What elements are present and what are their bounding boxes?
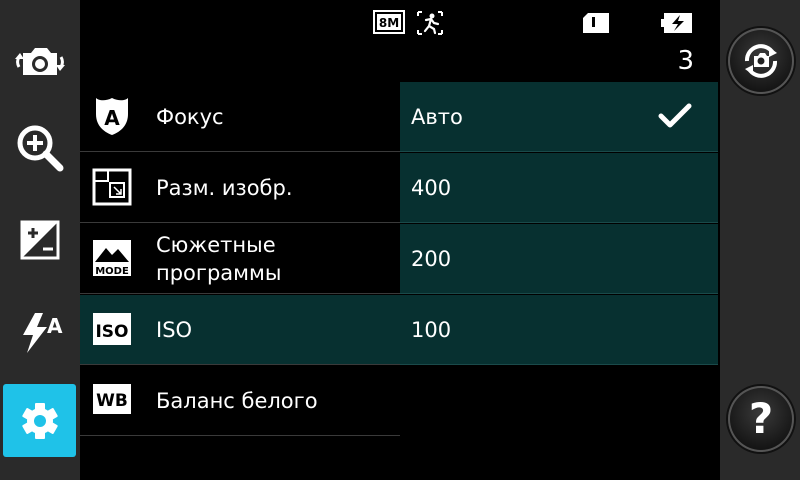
- scene-sport-icon: [416, 10, 444, 40]
- exposure-button[interactable]: [0, 204, 80, 276]
- resolution-badge-text: 8M: [379, 16, 399, 30]
- help-icon: ?: [748, 394, 774, 443]
- sd-card-icon: [582, 12, 610, 38]
- settings-icon: [21, 402, 58, 439]
- help-button[interactable]: ?: [728, 386, 794, 452]
- focus-icon: A: [96, 98, 128, 135]
- zoom-button[interactable]: [0, 112, 80, 184]
- option-label: 400: [411, 176, 452, 200]
- iso-icon: ISO: [93, 313, 131, 345]
- white-balance-icon: WB: [93, 384, 131, 414]
- flash-button[interactable]: A: [0, 296, 80, 368]
- flash-auto-icon: A: [23, 313, 63, 353]
- menu-item-label: Фокус: [156, 105, 224, 129]
- svg-text:WB: WB: [96, 391, 128, 411]
- zoom-icon: [17, 125, 64, 172]
- settings-button[interactable]: [3, 384, 76, 457]
- checkmark-icon: [658, 103, 692, 128]
- option-100[interactable]: 100: [400, 295, 718, 365]
- right-toolbar: ?: [720, 0, 800, 480]
- settings-panel: 8M 3 A Фокус Разм. изобр. MODE Сюжетные …: [80, 0, 720, 480]
- image-size-icon: [92, 168, 132, 206]
- menu-item-image-size[interactable]: Разм. изобр.: [80, 153, 400, 223]
- menu-item-label: Баланс белого: [156, 389, 318, 413]
- menu-item-scene-mode[interactable]: MODE Сюжетные программы: [80, 224, 400, 294]
- menu-item-white-balance[interactable]: WB Баланс белого: [80, 366, 400, 436]
- exposure-icon: [20, 220, 60, 260]
- left-toolbar: A: [0, 0, 80, 480]
- menu-item-label: Сюжетные программы: [156, 233, 282, 285]
- menu-item-iso[interactable]: ISO ISO: [80, 295, 400, 365]
- svg-text:MODE: MODE: [95, 266, 129, 277]
- option-200[interactable]: 200: [400, 224, 718, 294]
- battery-icon: [660, 12, 694, 38]
- scene-mode-icon: MODE: [93, 240, 131, 277]
- svg-text:A: A: [104, 106, 120, 130]
- switch-camera-button[interactable]: [0, 25, 80, 97]
- switch-mode-icon: [745, 44, 777, 78]
- menu-item-label: Разм. изобр.: [156, 176, 293, 200]
- option-auto[interactable]: Авто: [400, 82, 718, 152]
- switch-mode-button[interactable]: [728, 28, 794, 94]
- menu-item-focus[interactable]: A Фокус: [80, 82, 400, 152]
- switch-camera-icon: [15, 48, 65, 75]
- option-label: 200: [411, 247, 452, 271]
- resolution-badge: 8M: [373, 10, 405, 38]
- svg-text:A: A: [47, 314, 63, 338]
- shot-counter: 3: [677, 46, 694, 76]
- svg-text:ISO: ISO: [95, 322, 128, 342]
- option-label: 100: [411, 318, 452, 342]
- option-400[interactable]: 400: [400, 153, 718, 223]
- menu-item-label: ISO: [156, 318, 193, 342]
- option-label: Авто: [411, 105, 463, 129]
